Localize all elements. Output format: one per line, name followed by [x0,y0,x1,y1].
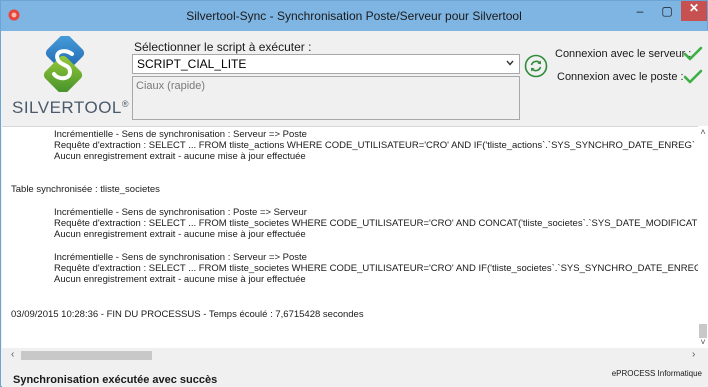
sync-refresh-icon[interactable] [524,54,548,78]
vertical-scrollbar[interactable]: ˄ ˅ [698,126,708,348]
app-window: Silvertool-Sync - Synchronisation Poste/… [0,0,708,387]
script-select-label: Sélectionner le script à exécuter : [134,40,312,54]
log-line: 03/09/2015 10:28:36 - FIN DU PROCESSUS -… [11,309,364,320]
script-description-box: Ciaux (rapide) [132,76,520,120]
status-bar: Synchronisation exécutée avec succès ePR… [2,363,708,387]
logo-wordmark: SILVERTOOL® [12,98,129,118]
vertical-scroll-thumb[interactable] [699,324,707,338]
title-bar[interactable]: Silvertool-Sync - Synchronisation Poste/… [1,1,707,31]
post-connection-label: Connexion avec le poste : [557,71,684,83]
log-line: Requête d'extraction : SELECT ... FROM t… [54,263,705,274]
check-icon [683,69,703,84]
logo-text: SILVERTOOL [12,98,122,117]
company-name: ePROCESS Informatique [611,369,702,378]
scroll-down-icon[interactable]: ˅ [698,337,708,347]
log-line: Table synchronisée : tliste_societes [11,184,160,195]
log-line: Aucun enregistrement extrait - aucune mi… [54,151,306,162]
horizontal-scrollbar[interactable]: ‹ › [2,348,708,363]
log-line: Incrémentielle - Sens de synchronisation… [54,207,307,218]
minimize-button[interactable]: – [627,4,653,24]
header-panel: SILVERTOOL® Sélectionner le script à exé… [2,31,708,126]
logo-registered-mark: ® [121,99,130,109]
maximize-button[interactable]: ▢ [654,4,680,24]
script-select[interactable]: SCRIPT_CIAL_LITE [132,54,520,74]
status-message: Synchronisation exécutée avec succès [13,374,218,386]
server-connection-label: Connexion avec le serveur : [555,48,692,60]
check-icon [683,46,703,61]
script-select-value: SCRIPT_CIAL_LITE [137,57,247,71]
scroll-left-icon[interactable]: ‹ [11,349,14,360]
log-line: Requête d'extraction : SELECT ... FROM t… [54,140,707,151]
silvertool-logo-icon [43,36,85,92]
log-line: Aucun enregistrement extrait - aucune mi… [54,229,306,240]
scroll-right-icon[interactable]: › [692,349,695,360]
log-line: Incrémentielle - Sens de synchronisation… [54,129,307,140]
log-output[interactable]: Incrémentielle - Sens de synchronisation… [2,126,708,348]
script-description: Ciaux (rapide) [136,80,206,92]
window-title: Silvertool-Sync - Synchronisation Poste/… [186,9,522,23]
log-line: Incrémentielle - Sens de synchronisation… [54,252,307,263]
chevron-down-icon [506,60,514,66]
horizontal-scroll-thumb[interactable] [21,351,152,360]
log-line: Requête d'extraction : SELECT ... FROM t… [54,218,707,229]
scroll-up-icon[interactable]: ˄ [698,127,708,137]
log-line: Aucun enregistrement extrait - aucune mi… [54,274,306,285]
close-button[interactable]: ✕ [681,1,707,21]
